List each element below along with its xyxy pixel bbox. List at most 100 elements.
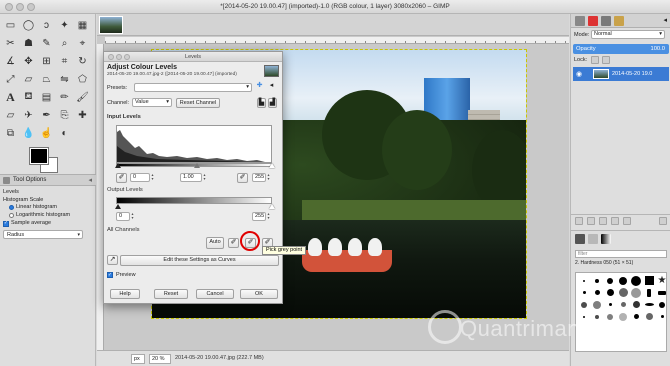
- zoom-icon[interactable]: ⌖: [75, 36, 90, 51]
- paths-icon[interactable]: ✎: [39, 36, 54, 51]
- checkbox-icon[interactable]: ✓: [107, 272, 113, 278]
- scissors-icon[interactable]: ✂: [3, 36, 18, 51]
- pencil-icon[interactable]: ✏: [57, 90, 72, 105]
- anchor-layer-icon[interactable]: [623, 217, 631, 225]
- foreground-color-swatch[interactable]: [29, 147, 49, 165]
- layer-row[interactable]: ◉ 2014-05-20 19.0: [573, 67, 669, 81]
- brush-item[interactable]: [604, 299, 616, 310]
- blur-icon[interactable]: 💧: [21, 126, 36, 141]
- horizontal-ruler[interactable]: [105, 37, 569, 44]
- flip-icon[interactable]: ⇋: [57, 72, 72, 87]
- brushes-tab-icon[interactable]: [575, 234, 585, 244]
- reset-channel-button[interactable]: Reset Channel: [176, 98, 220, 108]
- log-histogram-option[interactable]: Logarithmic histogram: [3, 212, 93, 220]
- presets-select[interactable]: ▾: [134, 83, 252, 92]
- pick-black-point-all-icon[interactable]: ✐: [228, 238, 239, 248]
- heal-icon[interactable]: ✚: [75, 108, 90, 123]
- clone-icon[interactable]: ⎘: [57, 108, 72, 123]
- fuzzy-select-icon[interactable]: ✦: [57, 18, 72, 33]
- tool-options-tab[interactable]: Tool Options ◂: [0, 174, 96, 186]
- color-picker-icon[interactable]: ⌕: [57, 36, 72, 51]
- linear-scale-icon[interactable]: ▙: [257, 98, 266, 108]
- output-high-spinner[interactable]: ▴ ▾: [266, 212, 271, 221]
- bucket-fill-icon[interactable]: ⛾: [21, 90, 36, 105]
- linear-histogram-option[interactable]: Linear histogram: [3, 204, 93, 212]
- text-tool-icon[interactable]: A: [3, 90, 18, 105]
- perspective-icon[interactable]: ⏢: [39, 72, 54, 87]
- image-tab-thumbnail[interactable]: [99, 16, 123, 34]
- brush-item[interactable]: [591, 275, 603, 286]
- pick-white-point-icon[interactable]: ✐: [237, 173, 248, 183]
- input-white-handle[interactable]: [269, 163, 275, 168]
- brush-filter-input[interactable]: filter: [575, 250, 667, 258]
- align-icon[interactable]: ⊞: [39, 54, 54, 69]
- input-low-spinner[interactable]: ▴ ▾: [150, 173, 155, 182]
- brush-item[interactable]: [643, 311, 655, 322]
- brush-item[interactable]: [617, 311, 629, 322]
- brush-item[interactable]: ★: [656, 275, 668, 286]
- output-low-field[interactable]: 0: [116, 212, 130, 221]
- brush-item[interactable]: [643, 275, 655, 286]
- dodge-burn-icon[interactable]: ◐: [57, 126, 72, 141]
- eraser-icon[interactable]: ▱: [3, 108, 18, 123]
- preview-option[interactable]: ✓ Preview: [107, 272, 136, 278]
- layers-tab-icon[interactable]: [575, 16, 585, 26]
- lock-pixels-icon[interactable]: [591, 56, 599, 64]
- patterns-tab-icon[interactable]: [588, 234, 598, 244]
- perspective-clone-icon[interactable]: ⧉: [3, 126, 18, 141]
- checkbox-icon[interactable]: ✓: [3, 220, 9, 227]
- sample-average-option[interactable]: ✓ Sample average: [3, 220, 93, 228]
- preset-menu-icon[interactable]: ◂: [266, 82, 277, 92]
- log-scale-icon[interactable]: ▟: [268, 98, 277, 108]
- duplicate-layer-icon[interactable]: [611, 217, 619, 225]
- foreground-select-icon[interactable]: ☗: [21, 36, 36, 51]
- brush-item[interactable]: [643, 299, 655, 310]
- rotate-icon[interactable]: ↻: [75, 54, 90, 69]
- lock-alpha-icon[interactable]: [602, 56, 610, 64]
- opacity-slider[interactable]: Opacity 100.0: [573, 44, 669, 54]
- output-low-spinner[interactable]: ▴ ▾: [130, 212, 135, 221]
- airbrush-icon[interactable]: ✈: [21, 108, 36, 123]
- brush-item[interactable]: [630, 311, 642, 322]
- auto-button[interactable]: Auto: [206, 237, 224, 249]
- smudge-icon[interactable]: ☝: [39, 126, 54, 141]
- brush-item[interactable]: [656, 287, 668, 298]
- input-gamma-field[interactable]: 1.00: [180, 173, 202, 182]
- input-gamma-spinner[interactable]: ▴ ▾: [202, 173, 207, 182]
- brush-item[interactable]: [578, 287, 590, 298]
- channels-tab-icon[interactable]: [588, 16, 598, 26]
- dock-menu-icon[interactable]: ◂: [663, 16, 667, 24]
- brush-item[interactable]: [617, 275, 629, 286]
- brush-item[interactable]: [604, 287, 616, 298]
- input-low-field[interactable]: 0: [130, 173, 150, 182]
- measure-icon[interactable]: ∡: [3, 54, 18, 69]
- radio-icon[interactable]: [9, 205, 14, 211]
- output-black-handle[interactable]: [115, 204, 121, 209]
- scale-icon[interactable]: ⤢: [3, 72, 18, 87]
- input-gamma-handle[interactable]: [194, 163, 200, 168]
- raise-layer-icon[interactable]: [587, 217, 595, 225]
- brush-item[interactable]: [617, 287, 629, 298]
- brush-item[interactable]: [604, 311, 616, 322]
- input-black-handle[interactable]: [115, 163, 121, 168]
- lower-layer-icon[interactable]: [599, 217, 607, 225]
- tab-menu-icon[interactable]: ◂: [88, 176, 92, 184]
- reset-button[interactable]: Reset: [154, 289, 188, 299]
- unit-select[interactable]: px: [131, 354, 145, 364]
- help-button[interactable]: Help: [110, 289, 140, 299]
- paths-tab-icon[interactable]: [601, 16, 611, 26]
- crop-icon[interactable]: ⌗: [57, 54, 72, 69]
- ellipse-select-icon[interactable]: ◯: [21, 18, 36, 33]
- add-preset-icon[interactable]: ✚: [254, 82, 265, 92]
- edit-as-curves-button[interactable]: Edit these Settings as Curves: [120, 255, 279, 266]
- channel-select[interactable]: Value ▾: [132, 98, 172, 107]
- free-select-icon[interactable]: ↄ: [39, 18, 54, 33]
- input-high-spinner[interactable]: ▴ ▾: [266, 173, 271, 182]
- brush-item[interactable]: [630, 299, 642, 310]
- brush-item[interactable]: [643, 287, 655, 298]
- output-high-field[interactable]: 255: [252, 212, 266, 221]
- brush-item[interactable]: [591, 287, 603, 298]
- zoom-select[interactable]: 20 %: [149, 354, 171, 364]
- output-white-handle[interactable]: [269, 204, 275, 209]
- brush-item[interactable]: [617, 299, 629, 310]
